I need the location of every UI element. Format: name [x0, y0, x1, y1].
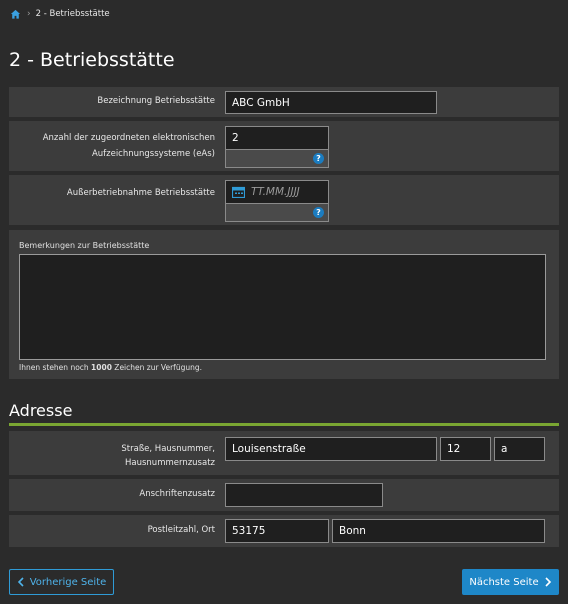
calendar-icon[interactable]	[232, 186, 245, 198]
anzahl-input[interactable]: 2	[225, 126, 329, 150]
house-number-suffix-input[interactable]: a	[494, 437, 545, 461]
house-number-input[interactable]: 12	[440, 437, 491, 461]
anzahl-label-line1: Anzahl der zugeordneten elektronischen	[42, 133, 215, 143]
chevron-right-icon	[545, 577, 551, 587]
hint-text-after: Zeichen zur Verfügung.	[111, 363, 202, 372]
row-anschriftenzusatz: Anschriftenzusatz	[9, 479, 559, 511]
next-page-button[interactable]: Nächste Seite	[462, 569, 559, 595]
breadcrumb-current: 2 - Betriebsstätte	[35, 9, 110, 19]
row-strasse: Straße, Hausnummer, Hausnummernzusatz Lo…	[9, 431, 559, 475]
strasse-label-line1: Straße, Hausnummer,	[121, 444, 215, 454]
row-plz-ort: Postleitzahl, Ort 53175 Bonn	[9, 515, 559, 547]
plz-input[interactable]: 53175	[225, 519, 329, 543]
anzahl-label-line2: Aufzeichnungssysteme (eAs)	[91, 149, 215, 159]
plz-ort-label: Postleitzahl, Ort	[147, 525, 215, 535]
ausserbetrieb-date-input[interactable]: TT.MM.JJJJ	[225, 180, 329, 204]
section-divider	[9, 423, 559, 426]
bemerkungen-textarea[interactable]	[19, 254, 546, 360]
city-input[interactable]: Bonn	[332, 519, 545, 543]
bezeichnung-input[interactable]: ABC GmbH	[225, 91, 437, 114]
ausserbetrieb-label: Außerbetriebnahme Betriebsstätte	[66, 188, 215, 198]
previous-page-button[interactable]: Vorherige Seite	[9, 569, 114, 595]
bemerkungen-label: Bemerkungen zur Betriebsstätte	[19, 241, 150, 250]
previous-page-label: Vorherige Seite	[29, 576, 107, 588]
row-anzahl: Anzahl der zugeordneten elektronischen A…	[9, 121, 559, 171]
strasse-label-line2: Hausnummernzusatz	[125, 458, 215, 468]
page-title: 2 - Betriebsstätte	[9, 49, 175, 71]
date-placeholder: TT.MM.JJJJ	[251, 186, 300, 198]
home-icon[interactable]	[10, 9, 21, 20]
anzahl-help-bar: ?	[225, 150, 329, 168]
anschrift-input[interactable]	[225, 483, 383, 507]
hint-count: 1000	[91, 363, 112, 372]
anschrift-label: Anschriftenzusatz	[139, 489, 215, 499]
help-icon[interactable]: ?	[313, 153, 324, 164]
row-bemerkungen: Bemerkungen zur Betriebsstätte Ihnen ste…	[9, 230, 559, 379]
help-icon[interactable]: ?	[313, 207, 324, 218]
row-bezeichnung: Bezeichnung Betriebsstätte ABC GmbH	[9, 87, 559, 117]
hint-text-before: Ihnen stehen noch	[19, 363, 92, 372]
breadcrumb-separator-icon: ›	[27, 9, 31, 19]
bemerkungen-hint: Ihnen stehen noch 1000 Zeichen zur Verfü…	[19, 363, 202, 372]
breadcrumb: › 2 - Betriebsstätte	[10, 6, 110, 22]
row-ausserbetriebnahme: Außerbetriebnahme Betriebsstätte TT.MM.J…	[9, 175, 559, 225]
street-input[interactable]: Louisenstraße	[225, 437, 437, 461]
section-heading-adresse: Adresse	[9, 401, 73, 420]
ausserbetrieb-help-bar: ?	[225, 204, 329, 222]
chevron-left-icon	[17, 577, 24, 587]
bezeichnung-label: Bezeichnung Betriebsstätte	[97, 96, 215, 106]
next-page-label: Nächste Seite	[469, 576, 539, 588]
